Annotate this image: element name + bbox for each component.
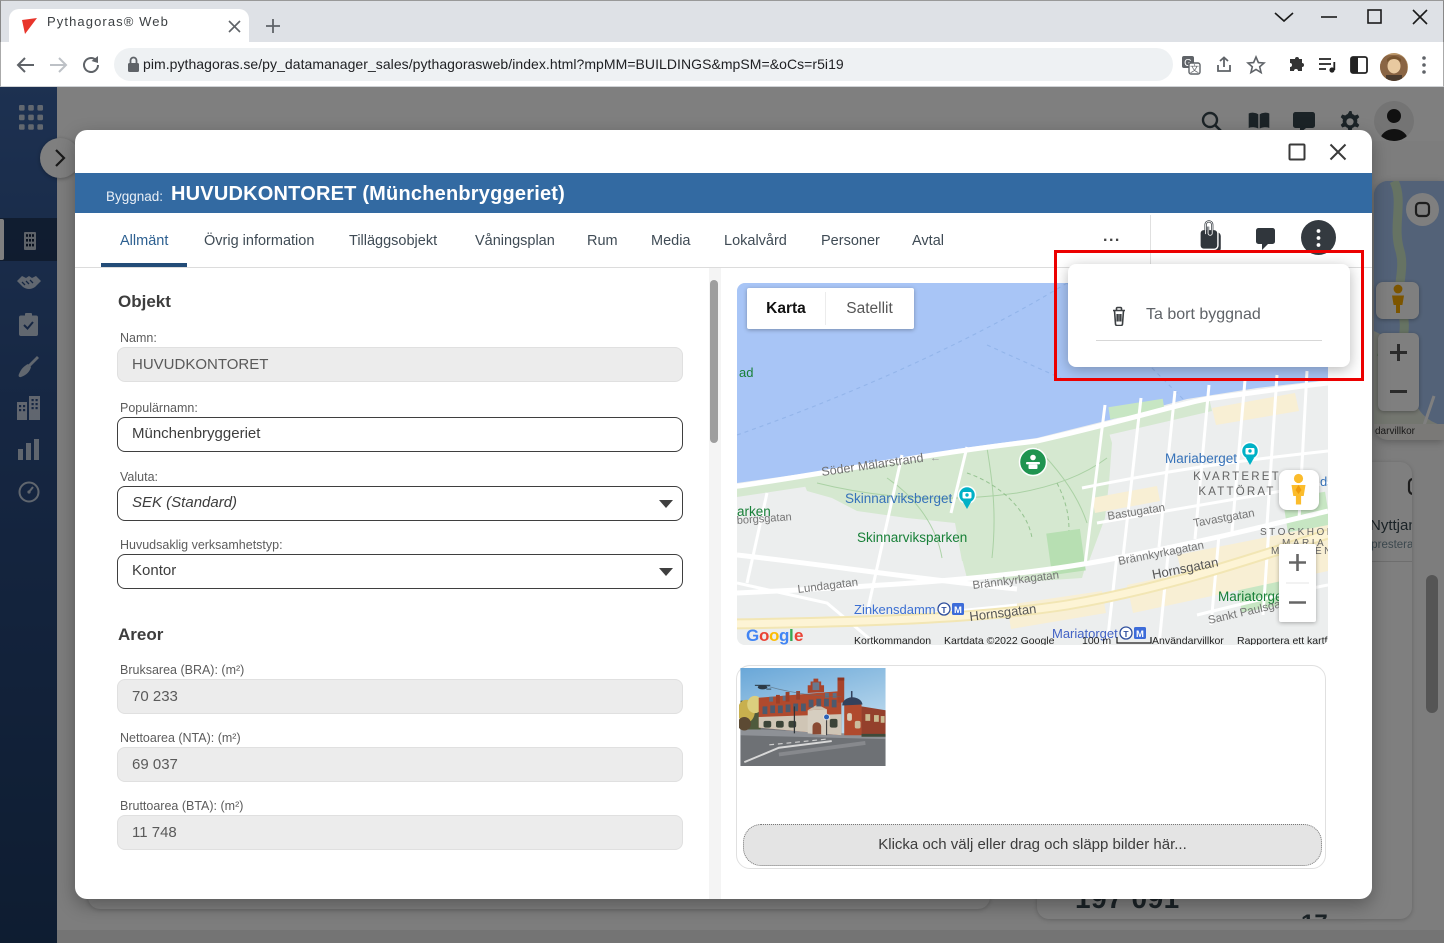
svg-text:100 m: 100 m — [1082, 635, 1111, 645]
svg-text:T: T — [1123, 629, 1129, 639]
svg-text:STOCKHOLM: STOCKHOLM — [1260, 527, 1328, 538]
svg-text:Användarvillkor: Användarvillkor — [1152, 635, 1224, 645]
svg-text:KATTÖRAT: KATTÖRAT — [1198, 486, 1275, 498]
svg-text:Kartdata ©2022 Google: Kartdata ©2022 Google — [944, 635, 1055, 645]
svg-text:Kortkommandon: Kortkommandon — [854, 635, 931, 645]
svg-text:M: M — [1136, 629, 1144, 640]
svg-text:T: T — [941, 605, 947, 615]
svg-text:Mariaberget: Mariaberget — [1165, 451, 1237, 466]
svg-text:o: o — [769, 626, 779, 645]
svg-text:ds: ds — [1320, 474, 1328, 489]
svg-text:文: 文 — [1190, 63, 1199, 74]
svg-text:o: o — [759, 626, 769, 645]
svg-text:g: g — [779, 626, 789, 645]
svg-text:Rapportera ett kartfel: Rapportera ett kartfel — [1237, 635, 1328, 645]
svg-text:EN: EN — [1315, 546, 1328, 557]
svg-text:KVARTERET: KVARTERET — [1193, 471, 1281, 483]
svg-text:←: ← — [930, 452, 941, 464]
svg-text:e: e — [794, 626, 803, 645]
svg-text:ad: ad — [739, 365, 753, 380]
svg-text:M: M — [954, 605, 962, 616]
svg-text:Skinnarviksberget: Skinnarviksberget — [845, 491, 953, 506]
svg-text:Skinnarviksparken: Skinnarviksparken — [857, 530, 967, 545]
svg-text:G: G — [746, 626, 759, 645]
svg-text:Zinkensdamm: Zinkensdamm — [854, 602, 936, 617]
